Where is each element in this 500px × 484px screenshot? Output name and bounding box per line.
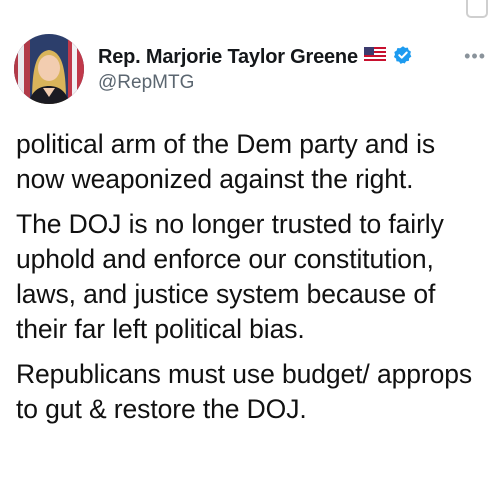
us-flag-icon	[363, 47, 386, 67]
avatar-image	[14, 34, 84, 104]
tweet-paragraph: Republicans must use budget/ approps to …	[16, 359, 473, 424]
tweet-text: political arm of the Dem party and is no…	[16, 127, 486, 437]
handle[interactable]: @RepMTG	[98, 72, 413, 94]
tweet-paragraph: political arm of the Dem party and is no…	[16, 129, 436, 194]
corner-tab-icon	[466, 0, 488, 18]
verified-badge-icon	[393, 45, 413, 70]
avatar[interactable]	[14, 34, 84, 104]
display-name[interactable]: Rep. Marjorie Taylor Greene	[98, 46, 358, 69]
tweet-header: Rep. Marjorie Taylor Greene @RepMTG	[14, 34, 413, 104]
more-options-icon[interactable]: •••	[464, 46, 486, 67]
tweet-paragraph: The DOJ is no longer trusted to fairly u…	[16, 209, 444, 344]
